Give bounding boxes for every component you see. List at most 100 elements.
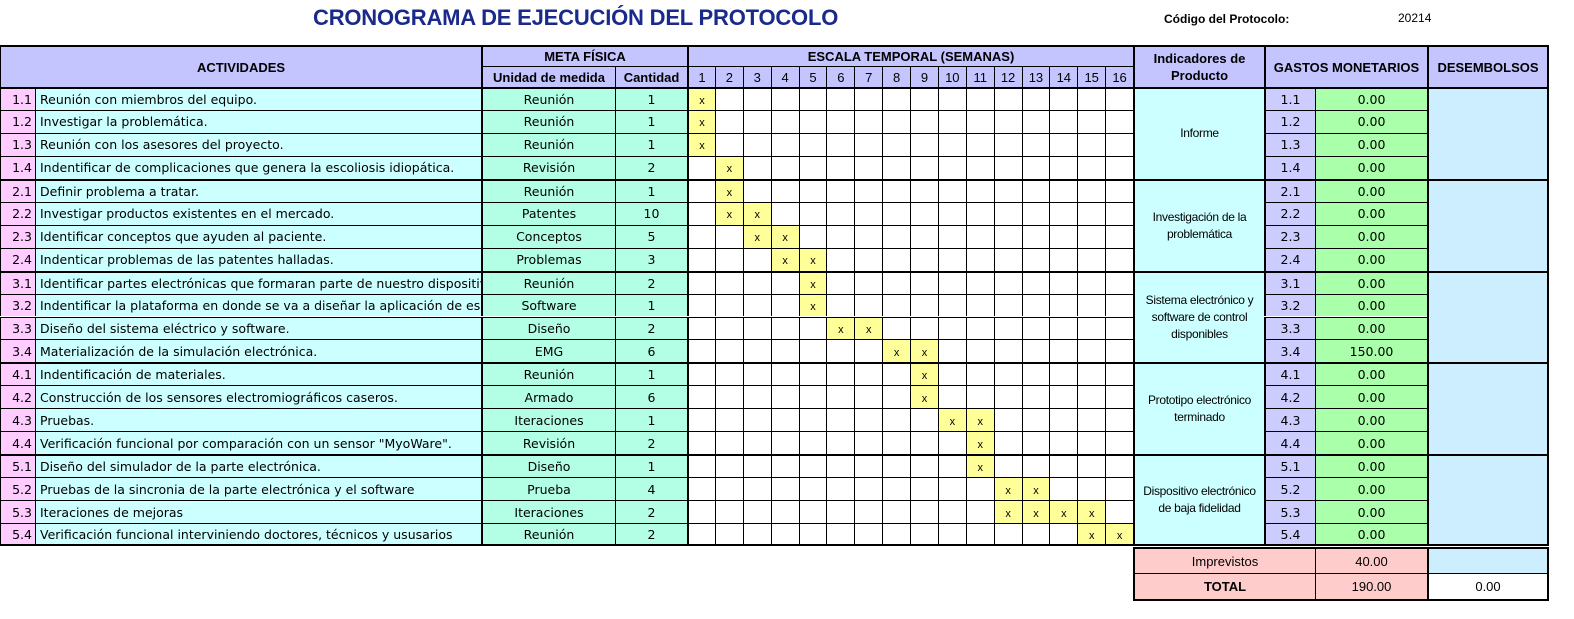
week-cell [742,477,771,501]
activity-unit: Reunión [481,270,615,294]
week-cell [937,477,966,501]
activity-unit: Reunión [481,87,615,110]
header-week: 7 [854,66,883,87]
gasto-value: 0.00 [1315,270,1427,294]
week-cell [965,155,994,179]
week-cell [742,155,771,179]
week-cell [965,109,994,133]
week-cell [770,431,799,455]
week-cell [993,109,1022,133]
week-cell [798,385,827,409]
week-cell [965,247,994,271]
week-cell [1049,132,1078,156]
gasto-value: 0.00 [1315,477,1427,501]
week-mark: x [1105,523,1133,546]
week-cell [770,454,799,478]
week-cell [965,201,994,225]
week-cell [910,454,938,478]
week-cell [882,270,910,294]
week-cell [742,293,771,317]
activity-quantity: 1 [615,178,687,202]
week-cell [798,362,827,386]
activity-quantity: 6 [615,385,687,409]
activity-unit: Reunión [481,132,615,156]
header-escala-temporal: ESCALA TEMPORAL (SEMANAS) [687,45,1133,66]
week-cell [882,477,910,501]
gasto-number: 5.3 [1264,500,1315,524]
week-cell [882,109,910,133]
week-cell [1021,224,1050,248]
header-week: 2 [714,66,743,87]
header-indicadores: Indicadores de Producto [1133,45,1264,87]
header-week: 4 [770,66,799,87]
gasto-number: 5.1 [1264,454,1315,478]
week-cell [714,109,743,133]
gasto-value: 0.00 [1315,224,1427,248]
week-cell [687,339,715,363]
activity-quantity: 1 [615,454,687,478]
week-cell [854,224,883,248]
week-cell [770,339,799,363]
activity-name: Iteraciones de mejoras [35,500,481,524]
week-mark: x [770,224,799,248]
activity-number: 4.2 [0,385,35,409]
week-cell [1077,362,1106,386]
activity-name: Pruebas de la sincronia de la parte elec… [35,477,481,501]
week-cell [1049,408,1078,432]
week-cell [993,362,1022,386]
header-week: 10 [937,66,966,87]
gasto-number: 3.4 [1264,339,1315,363]
activity-quantity: 4 [615,477,687,501]
week-mark: x [798,247,827,271]
week-cell [714,500,743,524]
gasto-number: 1.3 [1264,132,1315,156]
week-cell [687,247,715,271]
week-cell [714,339,743,363]
week-cell [770,293,799,317]
week-cell [687,201,715,225]
week-mark: x [1077,500,1106,524]
week-cell [826,408,855,432]
activity-unit: Diseño [481,454,615,478]
activity-number: 4.3 [0,408,35,432]
week-cell [742,362,771,386]
week-mark: x [1021,477,1050,501]
week-mark: x [742,224,771,248]
week-cell [993,270,1022,294]
week-cell [1077,454,1106,478]
desembolso-cell [1427,362,1549,455]
header-gastos: GASTOS MONETARIOS [1264,45,1427,87]
week-cell [770,362,799,386]
activity-number: 3.1 [0,270,35,294]
week-cell [1105,431,1133,455]
week-cell [882,362,910,386]
week-cell [1049,247,1078,271]
week-cell [714,316,743,340]
gasto-number: 4.3 [1264,408,1315,432]
gasto-value: 0.00 [1315,362,1427,386]
header-week: 15 [1077,66,1106,87]
activity-name: Identificar conceptos que ayuden al paci… [35,224,481,248]
activity-number: 3.2 [0,293,35,317]
week-cell [742,500,771,524]
week-cell [937,293,966,317]
activity-unit: Conceptos [481,224,615,248]
week-cell [687,362,715,386]
week-cell [1077,155,1106,179]
week-cell [1049,454,1078,478]
imprevistos-label: Imprevistos [1133,547,1315,574]
week-cell [687,500,715,524]
header-week: 5 [798,66,827,87]
week-cell [854,87,883,110]
indicator-cell: Sistema electrónico y software de contro… [1133,270,1264,363]
week-cell [1105,477,1133,501]
indicator-cell: Informe [1133,87,1264,179]
week-cell [854,408,883,432]
week-cell [1021,132,1050,156]
week-cell [993,178,1022,202]
week-mark: x [965,408,994,432]
week-mark: x [826,316,855,340]
week-cell [1077,431,1106,455]
activity-quantity: 5 [615,224,687,248]
week-cell [882,201,910,225]
